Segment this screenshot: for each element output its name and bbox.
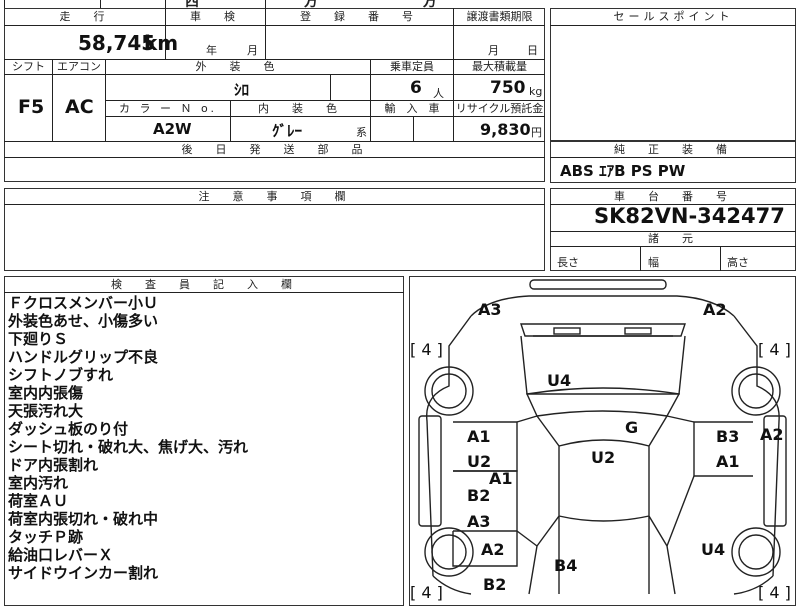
- exterior-color-value: ｼﾛ: [234, 81, 250, 99]
- tire-rear-right: [ 4 ]: [758, 583, 791, 602]
- divider: [265, 0, 266, 8]
- mark-left-door-1: A1: [467, 427, 491, 446]
- inspector-note: シフトノブすれ: [8, 366, 114, 384]
- color-no-value: A2W: [153, 120, 192, 138]
- dimensions-header: 諸 元: [648, 232, 699, 245]
- recycle-header: リサイクル預託金: [455, 102, 544, 115]
- sales-point-box: [550, 8, 796, 141]
- recycle-unit: 円: [531, 126, 542, 139]
- inspector-note: 外装色あせ、小傷多い: [8, 312, 159, 330]
- inspector-note: 下廻りＳ: [8, 330, 69, 348]
- mark-left-door-2: U2: [467, 452, 492, 471]
- aircon-value: AC: [65, 96, 94, 118]
- interior-color-header: 内 装 色: [258, 102, 343, 115]
- aircon-header: エアコン: [57, 60, 101, 73]
- transfer-deadline-header: 譲渡書類期限: [466, 10, 533, 23]
- later-parts-header: 後 日 発 送 部 品: [181, 143, 369, 156]
- chassis-number: SK82VN-342477: [594, 204, 785, 228]
- max-load-value: 750: [490, 78, 526, 98]
- divider: [100, 0, 101, 8]
- divider: [165, 0, 166, 8]
- dimension-width: 幅: [648, 256, 659, 269]
- mark-front-right: A2: [703, 300, 727, 319]
- inspector-note: 荷室内張切れ・破れ中: [8, 510, 159, 528]
- inspector-note: サイドウインカー割れ: [8, 564, 159, 582]
- inspector-note: 天張汚れ大: [8, 402, 84, 420]
- inspector-note: Ｆクロスメンバー小Ｕ: [8, 294, 159, 312]
- mark-rear-left: B2: [483, 575, 507, 594]
- mark-right-door-1: B3: [716, 427, 740, 446]
- inspector-notes-header: 検 査 員 記 入 欄: [111, 278, 298, 291]
- inspector-note: ハンドルグリップ不良: [8, 348, 159, 366]
- max-load-unit: kg: [529, 85, 543, 98]
- tire-front-left: [ 4 ]: [410, 340, 443, 359]
- capacity-value: 6: [410, 78, 422, 98]
- mark-left-rear-1: B2: [467, 486, 491, 505]
- interior-color-suffix: 系: [356, 126, 367, 139]
- caution-header: 注 意 事 項 欄: [198, 190, 352, 203]
- capacity-unit: 人: [433, 87, 444, 100]
- inspector-note: ダッシュ板のり付: [8, 420, 129, 438]
- import-header: 輸 入 車: [384, 102, 440, 115]
- inspector-note: 荷室ＡＵ: [8, 492, 69, 510]
- shift-value: F5: [18, 96, 45, 118]
- inspection-year-unit: 年: [206, 44, 217, 57]
- divider: [4, 0, 5, 8]
- transfer-day-unit: 日: [527, 44, 538, 57]
- mark-windshield: G: [625, 418, 639, 437]
- color-no-header: カ ラ ー Ｎ o.: [118, 102, 218, 115]
- inspector-note: 室内汚れ: [8, 474, 69, 492]
- mark-left-quarter: A2: [481, 540, 505, 559]
- recycle-value: 9,830: [480, 120, 531, 139]
- inspector-note: シート切れ・破れ大、焦げ大、汚れ: [8, 438, 249, 456]
- transfer-month-unit: 月: [488, 44, 499, 57]
- inspector-note: 給油口レバーＸ: [8, 546, 114, 564]
- inspection-header: 車 検: [190, 10, 241, 23]
- sales-point-header: セールスポイント: [613, 10, 734, 23]
- mark-roof: U2: [591, 448, 616, 467]
- mark-front-left: A3: [478, 300, 502, 319]
- tire-front-right: [ 4 ]: [758, 340, 791, 359]
- standard-equipment-value: ABS ｴｱB PS PW: [560, 162, 686, 180]
- max-load-header: 最大積載量: [472, 60, 527, 73]
- mileage-unit: km: [144, 31, 179, 55]
- mark-right-quarter: U4: [701, 540, 726, 559]
- mark-right-side: A2: [760, 425, 784, 444]
- inspector-note: ドア内張割れ: [8, 456, 99, 474]
- dimension-length: 長さ: [557, 256, 579, 269]
- registration-header: 登 録 番 号: [300, 10, 419, 23]
- mark-left-rear-2: A3: [467, 512, 491, 531]
- inspector-note: 室内内張傷: [8, 384, 84, 402]
- mark-rear: B4: [554, 556, 578, 575]
- exterior-color-header: 外 装 色: [195, 60, 281, 73]
- mark-left-sill: A1: [489, 469, 513, 488]
- mileage-header: 走 行: [59, 10, 111, 23]
- capacity-header: 乗車定員: [390, 60, 434, 73]
- tire-rear-left: [ 4 ]: [410, 583, 443, 602]
- mark-right-door-2: A1: [716, 452, 740, 471]
- chassis-header: 車 台 番 号: [614, 190, 733, 203]
- inspector-note: タッチＰ跡: [8, 528, 84, 546]
- inspection-month-unit: 月: [247, 44, 258, 57]
- mark-hood: U4: [547, 371, 572, 390]
- standard-equipment-header: 純 正 装 備: [614, 143, 733, 156]
- shift-header: シフト: [12, 60, 45, 73]
- dimension-height: 高さ: [727, 256, 749, 269]
- interior-color-value: ｸﾞﾚｰ: [272, 122, 303, 140]
